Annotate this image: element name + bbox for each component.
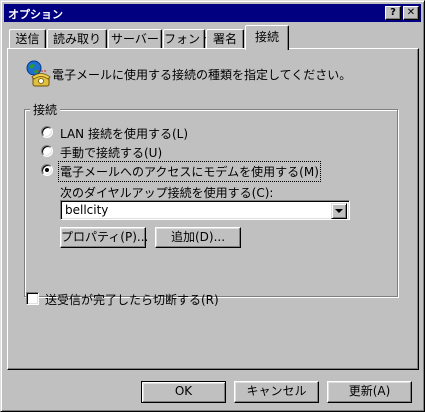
tab-signature[interactable]: 署名 [206,29,244,49]
tab-servers[interactable]: サーバー [108,29,162,49]
window-title: オプション [8,8,63,21]
dialup-label: 次のダイヤルアップ接続を使用する(C): [60,186,274,200]
tab-connection[interactable]: 接続 [245,25,289,50]
chevron-down-icon[interactable] [331,203,347,219]
connection-panel: 電子メールに使用する接続の種類を指定してください。 接続 LAN 接続を使用する… [7,48,419,370]
properties-button[interactable]: プロパティ(P)... [60,227,148,248]
dialup-select-value: bellcity [65,203,109,217]
connection-group-label: 接続 [30,101,61,118]
tab-read[interactable]: 読み取り [47,29,107,49]
radio-modem-label[interactable]: 電子メールへのアクセスにモデムを使用する(M) [58,161,321,182]
options-dialog: オプション ? ✕ 送信 読み取り サーバー フォント 署名 接続 電子メールに… [0,0,425,412]
radio-lan-label[interactable]: LAN 接続を使用する(L) [60,125,188,142]
radio-lan[interactable] [41,126,53,138]
connection-description: 電子メールに使用する接続の種類を指定してください。 [52,68,352,82]
close-button[interactable]: ✕ [403,6,419,20]
tab-fonts[interactable]: フォント [163,29,212,49]
radio-manual-label[interactable]: 手動で接続する(U) [60,144,162,161]
radio-modem[interactable] [41,164,53,176]
phone-globe-icon [25,60,53,88]
title-bar[interactable]: オプション ? ✕ [4,4,421,22]
apply-button[interactable]: 更新(A) [327,381,412,403]
ok-button[interactable]: OK [141,381,226,403]
cancel-button[interactable]: キャンセル [234,381,319,403]
add-button[interactable]: 追加(D)... [155,227,241,248]
disconnect-checkbox[interactable] [26,292,39,305]
tab-send[interactable]: 送信 [9,29,46,49]
radio-manual[interactable] [41,145,53,157]
disconnect-label[interactable]: 送受信が完了したら切断する(R) [45,291,219,308]
dialup-select[interactable]: bellcity [60,200,350,220]
help-button[interactable]: ? [385,6,401,20]
